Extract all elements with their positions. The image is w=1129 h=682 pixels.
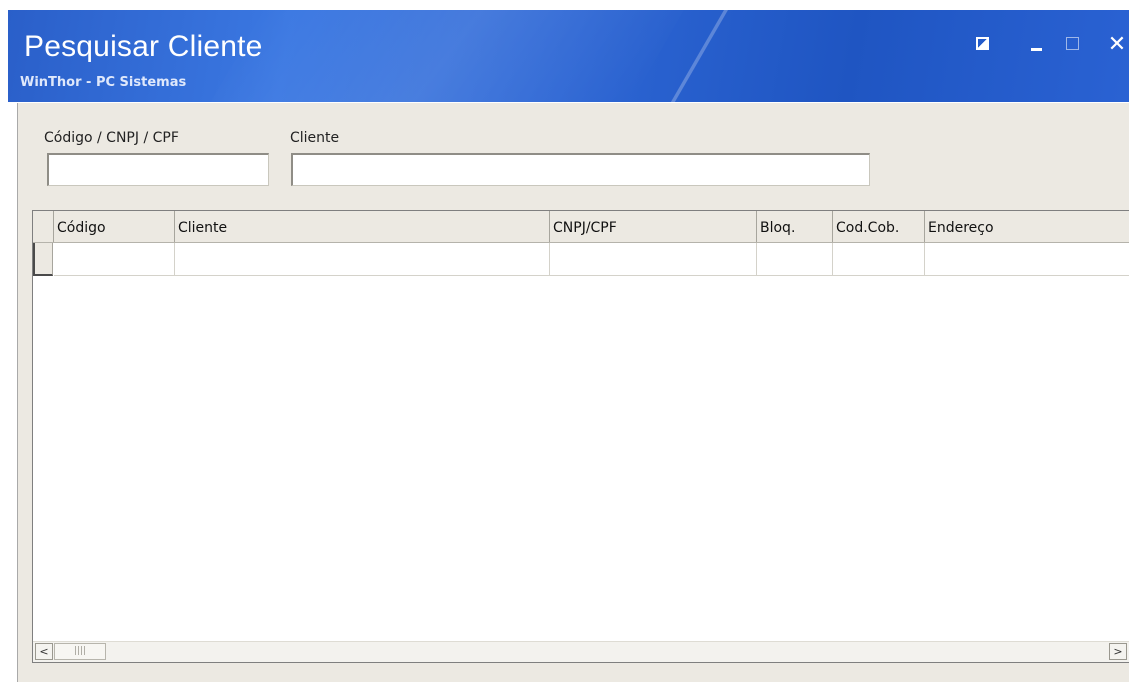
- column-header-endereco[interactable]: Endereço: [925, 211, 1129, 242]
- minimize-icon: [1031, 48, 1042, 51]
- pesquisar-cliente-window: Pesquisar Cliente WinThor - PC Sistemas …: [0, 0, 1129, 682]
- cell-cliente[interactable]: [175, 243, 550, 275]
- column-header-cliente[interactable]: Cliente: [175, 211, 550, 242]
- client-area: Código / CNPJ / CPF Cliente Código Clien…: [17, 103, 1129, 682]
- restore-icon: [976, 37, 989, 50]
- close-button[interactable]: ✕: [1106, 34, 1128, 56]
- codigo-cnpj-cpf-input[interactable]: [47, 153, 269, 186]
- window-subtitle: WinThor - PC Sistemas: [20, 75, 187, 90]
- cliente-label: Cliente: [290, 130, 340, 146]
- maximize-button[interactable]: [1062, 34, 1084, 56]
- results-grid[interactable]: Código Cliente CNPJ/CPF Bloq. Cod.Cob. E…: [32, 210, 1129, 663]
- title-bar[interactable]: Pesquisar Cliente WinThor - PC Sistemas …: [8, 10, 1129, 102]
- row-indicator[interactable]: [33, 243, 53, 276]
- scroll-right-button[interactable]: >: [1109, 643, 1127, 660]
- cell-bloq[interactable]: [757, 243, 833, 275]
- restore-button[interactable]: [972, 34, 994, 56]
- grid-header: Código Cliente CNPJ/CPF Bloq. Cod.Cob. E…: [33, 211, 1129, 243]
- column-header-codigo[interactable]: Código: [54, 211, 175, 242]
- maximize-icon: [1066, 37, 1079, 50]
- minimize-button[interactable]: [1026, 34, 1048, 56]
- grid-corner: [33, 211, 54, 242]
- cell-cod-cob[interactable]: [833, 243, 925, 275]
- chevron-right-icon: >: [1113, 645, 1123, 658]
- column-header-cnpj-cpf[interactable]: CNPJ/CPF: [550, 211, 757, 242]
- column-header-bloq[interactable]: Bloq.: [757, 211, 833, 242]
- cell-cnpj-cpf[interactable]: [550, 243, 757, 275]
- horizontal-scrollbar[interactable]: < |||| >: [33, 641, 1129, 662]
- scroll-thumb[interactable]: ||||: [54, 643, 106, 660]
- cliente-input[interactable]: [291, 153, 870, 186]
- window-title: Pesquisar Cliente: [24, 30, 263, 63]
- cell-endereco[interactable]: [925, 243, 1129, 275]
- codigo-cnpj-cpf-label: Código / CNPJ / CPF: [44, 130, 179, 146]
- scroll-left-button[interactable]: <: [35, 643, 53, 660]
- cell-codigo[interactable]: [54, 243, 175, 275]
- table-row[interactable]: [54, 243, 1129, 276]
- close-icon: ✕: [1107, 32, 1127, 57]
- chevron-left-icon: <: [39, 645, 49, 658]
- column-header-cod-cob[interactable]: Cod.Cob.: [833, 211, 925, 242]
- grip-icon: ||||: [73, 646, 87, 656]
